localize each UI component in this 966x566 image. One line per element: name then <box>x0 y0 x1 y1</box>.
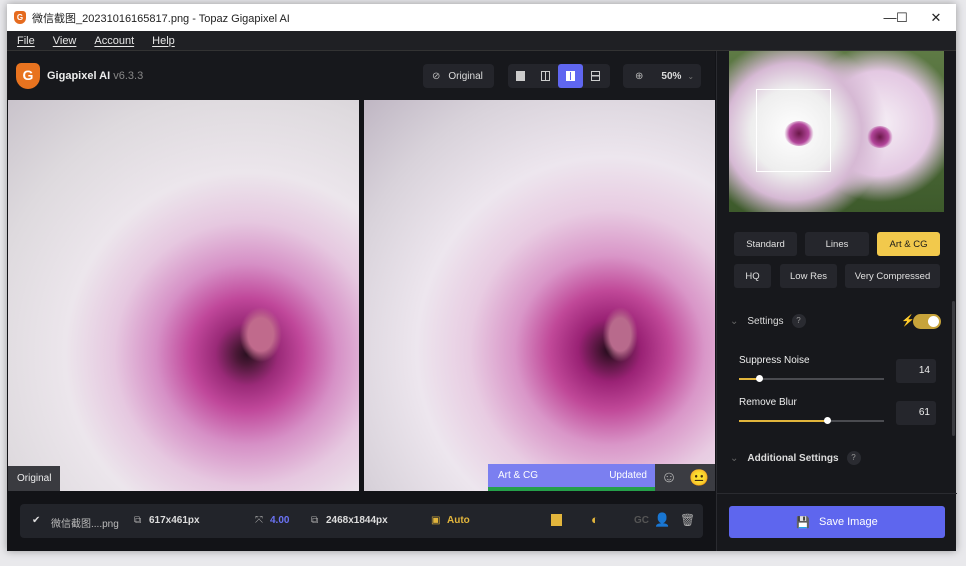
auto-toggle[interactable] <box>913 314 941 329</box>
chevron-down-icon: ⌄ <box>687 71 695 81</box>
close-button[interactable]: ✕ <box>919 4 953 31</box>
brand: Gigapixel AI v6.3.3 <box>47 70 143 82</box>
gigapixel-logo: G <box>16 63 40 89</box>
app-name: Gigapixel AI <box>47 70 111 82</box>
chevron-down-icon: ⌄ <box>730 452 739 464</box>
right-panel: Standard Lines Art & CG HQ Low Res Very … <box>716 51 957 551</box>
grid-view-icon <box>591 71 600 81</box>
processing-status: Art & CG Updated <box>488 464 656 491</box>
single-view-button[interactable] <box>508 64 533 88</box>
model-lines[interactable]: Lines <box>805 232 869 256</box>
image-type-icon: ▣ <box>431 515 441 526</box>
title-bar: G 微信截图_20231016165817.png - Topaz Gigapi… <box>7 4 956 31</box>
model-hq[interactable]: HQ <box>734 264 771 288</box>
model-standard[interactable]: Standard <box>734 232 797 256</box>
original-label: Original <box>8 466 61 491</box>
split-view-icon <box>541 71 550 81</box>
slider-knob[interactable] <box>756 375 764 382</box>
color-correction-icon[interactable]: ◐ <box>591 512 599 527</box>
menu-account[interactable]: Account <box>94 35 134 47</box>
divider <box>717 493 957 494</box>
film-grain-icon[interactable] <box>551 514 562 526</box>
settings-header[interactable]: ⌄ Settings ? <box>730 314 806 328</box>
toolbar: G Gigapixel AI v6.3.3 ⊘ Original ⊕ 50% ⌄ <box>7 51 715 100</box>
maximize-button[interactable]: ☐ <box>885 4 919 31</box>
settings-title: Settings <box>747 315 784 327</box>
grid-view-button[interactable] <box>583 64 608 88</box>
side-by-side-view-button[interactable] <box>558 64 583 88</box>
face-recovery-icon[interactable]: 👤 <box>654 512 670 528</box>
slider-fill <box>739 420 828 422</box>
zoom-control[interactable]: ⊕ 50% ⌄ <box>623 64 701 88</box>
zoom-icon: ⊕ <box>635 70 644 82</box>
smile-face-icon[interactable]: ☺ <box>661 469 677 487</box>
original-preview[interactable]: Original <box>8 100 359 491</box>
original-image <box>8 100 359 491</box>
file-info-row[interactable]: ✔ 微信截图....png ⧉ 617x461px ⤧ 4.00 ⧉ 2468x… <box>20 504 703 538</box>
model-label: Art & CG <box>498 470 539 481</box>
zoom-level: 50% <box>661 70 682 82</box>
app-icon: G <box>14 11 26 24</box>
remove-blur-label: Remove Blur <box>739 397 797 408</box>
save-label: Save Image <box>819 516 878 528</box>
model-very-compressed[interactable]: Very Compressed <box>845 264 940 288</box>
app-window: G 微信截图_20231016165817.png - Topaz Gigapi… <box>7 4 957 551</box>
suppress-noise-slider[interactable] <box>739 375 884 382</box>
scrollbar[interactable] <box>952 301 955 436</box>
window-title: 微信截图_20231016165817.png - Topaz Gigapixe… <box>32 12 290 25</box>
navigator-thumbnail[interactable] <box>729 51 944 212</box>
trash-icon[interactable]: 🗑 <box>680 513 695 527</box>
help-icon[interactable]: ? <box>846 451 861 465</box>
viewport-selector[interactable] <box>756 89 831 172</box>
view-mode-group <box>508 64 610 88</box>
menu-file[interactable]: File <box>17 35 35 47</box>
file-name: 微信截图....png <box>51 519 119 530</box>
scale-value[interactable]: 4.00 <box>270 515 289 526</box>
output-size-icon: ⧉ <box>311 515 319 526</box>
save-image-button[interactable]: 💾 Save Image <box>729 506 945 538</box>
enhanced-preview[interactable]: Art & CG Updated ☺ 😐 <box>364 100 715 491</box>
app-version: v6.3.3 <box>113 70 144 82</box>
slider-knob[interactable] <box>824 417 832 424</box>
suppress-noise-label: Suppress Noise <box>739 355 810 366</box>
suppress-noise-input[interactable]: 14 <box>896 359 936 383</box>
neutral-face-icon[interactable]: 😐 <box>689 468 709 488</box>
original-label: Original <box>448 70 483 82</box>
additional-settings-header[interactable]: ⌄ Additional Settings ? <box>730 451 861 465</box>
remove-blur-input[interactable]: 61 <box>896 401 936 425</box>
additional-settings-title: Additional Settings <box>747 452 839 464</box>
auto-mode[interactable]: Auto <box>447 515 470 526</box>
output-size: 2468x1844px <box>326 515 388 526</box>
scale-icon: ⤧ <box>255 515 263 526</box>
original-toggle-button[interactable]: ⊘ Original <box>423 64 494 88</box>
chevron-down-icon: ⌄ <box>730 315 739 327</box>
split-view-button[interactable] <box>533 64 558 88</box>
remove-blur-slider[interactable] <box>739 417 884 424</box>
status-label: Updated <box>609 470 647 481</box>
side-by-side-icon <box>566 71 575 81</box>
help-icon[interactable]: ? <box>791 314 806 328</box>
model-low-res[interactable]: Low Res <box>780 264 837 288</box>
feedback-buttons: ☺ 😐 <box>655 464 715 491</box>
single-view-icon <box>516 71 525 81</box>
enhanced-image <box>364 100 715 491</box>
bottom-bar: ✔ 微信截图....png ⧉ 617x461px ⤧ 4.00 ⧉ 2468x… <box>7 491 715 551</box>
gc-label[interactable]: GC <box>634 515 649 526</box>
flower-center <box>867 126 893 148</box>
menu-bar: File View Account Help <box>7 31 956 51</box>
input-size-icon: ⧉ <box>134 515 142 526</box>
model-art-cg[interactable]: Art & CG <box>877 232 940 256</box>
check-icon[interactable]: ✔ <box>32 515 40 526</box>
menu-view[interactable]: View <box>53 35 77 47</box>
input-size: 617x461px <box>149 515 200 526</box>
menu-help[interactable]: Help <box>152 35 175 47</box>
save-icon: 💾 <box>796 516 810 529</box>
eye-off-icon: ⊘ <box>432 70 441 82</box>
